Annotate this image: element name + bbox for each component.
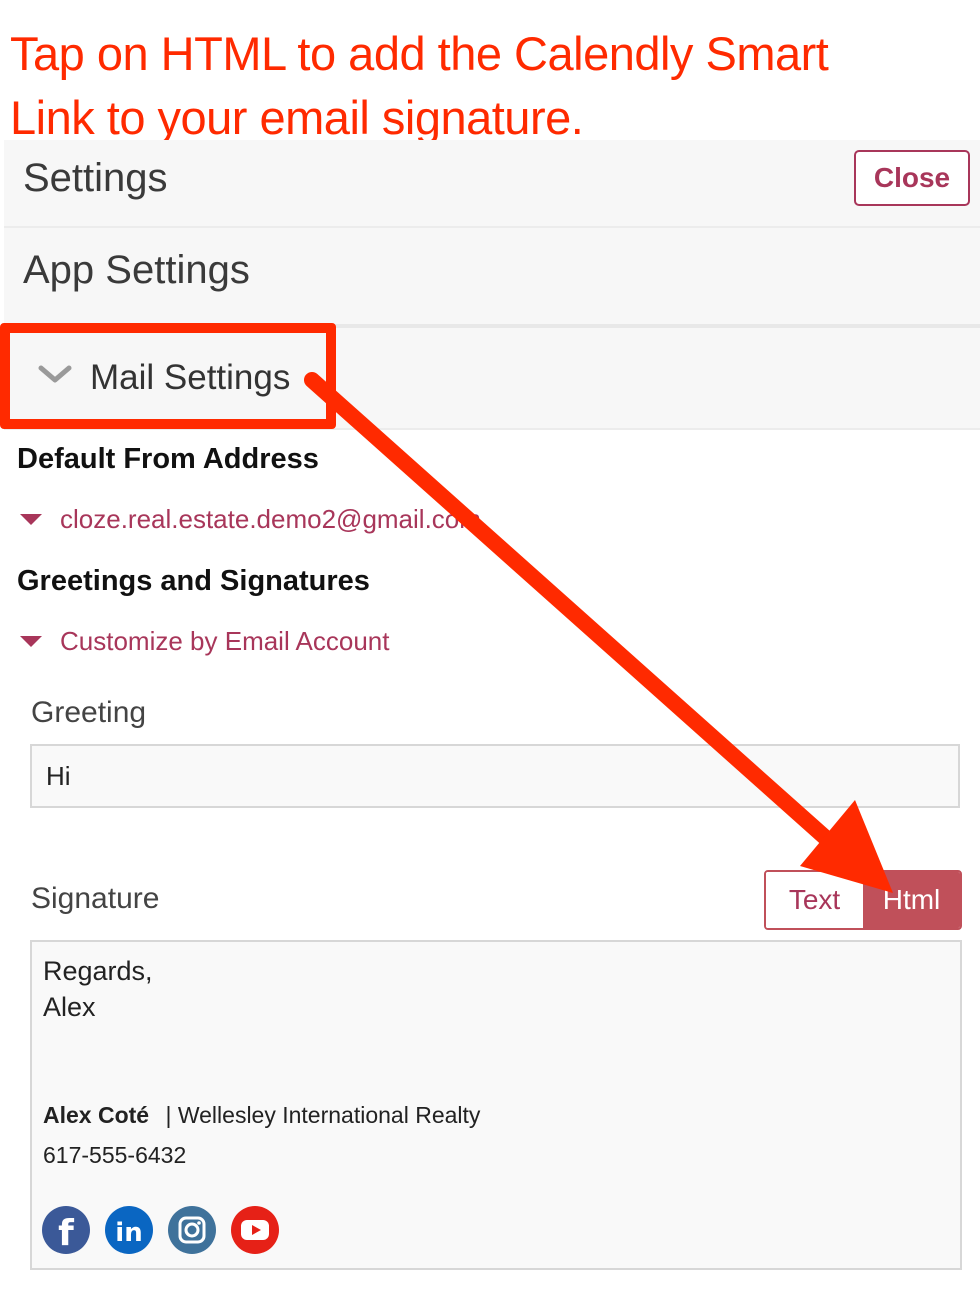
- html-mode-button[interactable]: Html: [863, 872, 960, 928]
- linkedin-icon[interactable]: in: [105, 1206, 153, 1254]
- chevron-down-icon: [38, 365, 72, 383]
- signature-label: Signature: [31, 882, 160, 915]
- page-title: Settings: [23, 156, 168, 200]
- signature-phone: 617-555-6432: [43, 1142, 187, 1168]
- caret-down-icon: [20, 636, 42, 647]
- default-from-heading: Default From Address: [17, 443, 319, 475]
- close-button[interactable]: Close: [854, 150, 970, 206]
- instruction-annotation: Tap on HTML to add the Calendly Smart Li…: [10, 22, 910, 150]
- signature-editor[interactable]: Regards, Alex Alex Coté | Wellesley Inte…: [30, 940, 962, 1270]
- signature-name-line: Alex Coté | Wellesley International Real…: [43, 1102, 480, 1129]
- app-settings-title: App Settings: [23, 248, 250, 292]
- signature-name: Alex Coté: [43, 1102, 150, 1128]
- signature-line-1: Regards,: [43, 956, 153, 986]
- default-from-value: cloze.real.estate.demo2@gmail.com: [60, 504, 481, 534]
- greetings-heading: Greetings and Signatures: [17, 565, 370, 597]
- signature-company: | Wellesley International Realty: [165, 1102, 481, 1128]
- customize-by-account-dropdown[interactable]: Customize by Email Account: [20, 626, 389, 657]
- settings-header: Settings Close: [4, 140, 980, 228]
- facebook-icon[interactable]: f: [42, 1206, 90, 1254]
- instagram-icon[interactable]: [168, 1206, 216, 1254]
- svg-text:f: f: [58, 1213, 74, 1254]
- annotation-line-1: Tap on HTML to add the Calendly Smart: [10, 27, 829, 80]
- svg-text:in: in: [115, 1218, 142, 1248]
- caret-down-icon: [20, 514, 42, 525]
- youtube-icon[interactable]: [231, 1206, 279, 1254]
- customize-label: Customize by Email Account: [60, 626, 390, 656]
- text-mode-button[interactable]: Text: [766, 872, 863, 928]
- mail-settings-title: Mail Settings: [90, 358, 291, 397]
- greeting-label: Greeting: [31, 696, 147, 729]
- default-from-dropdown[interactable]: cloze.real.estate.demo2@gmail.com: [20, 504, 481, 535]
- signature-line-2: Alex: [43, 992, 96, 1022]
- signature-format-toggle: Text Html: [764, 870, 962, 930]
- mail-settings-section-toggle[interactable]: Mail Settings: [4, 328, 980, 430]
- app-settings-header[interactable]: App Settings: [4, 228, 980, 328]
- greeting-input[interactable]: Hi: [30, 744, 960, 808]
- social-icons: f in: [42, 1206, 279, 1254]
